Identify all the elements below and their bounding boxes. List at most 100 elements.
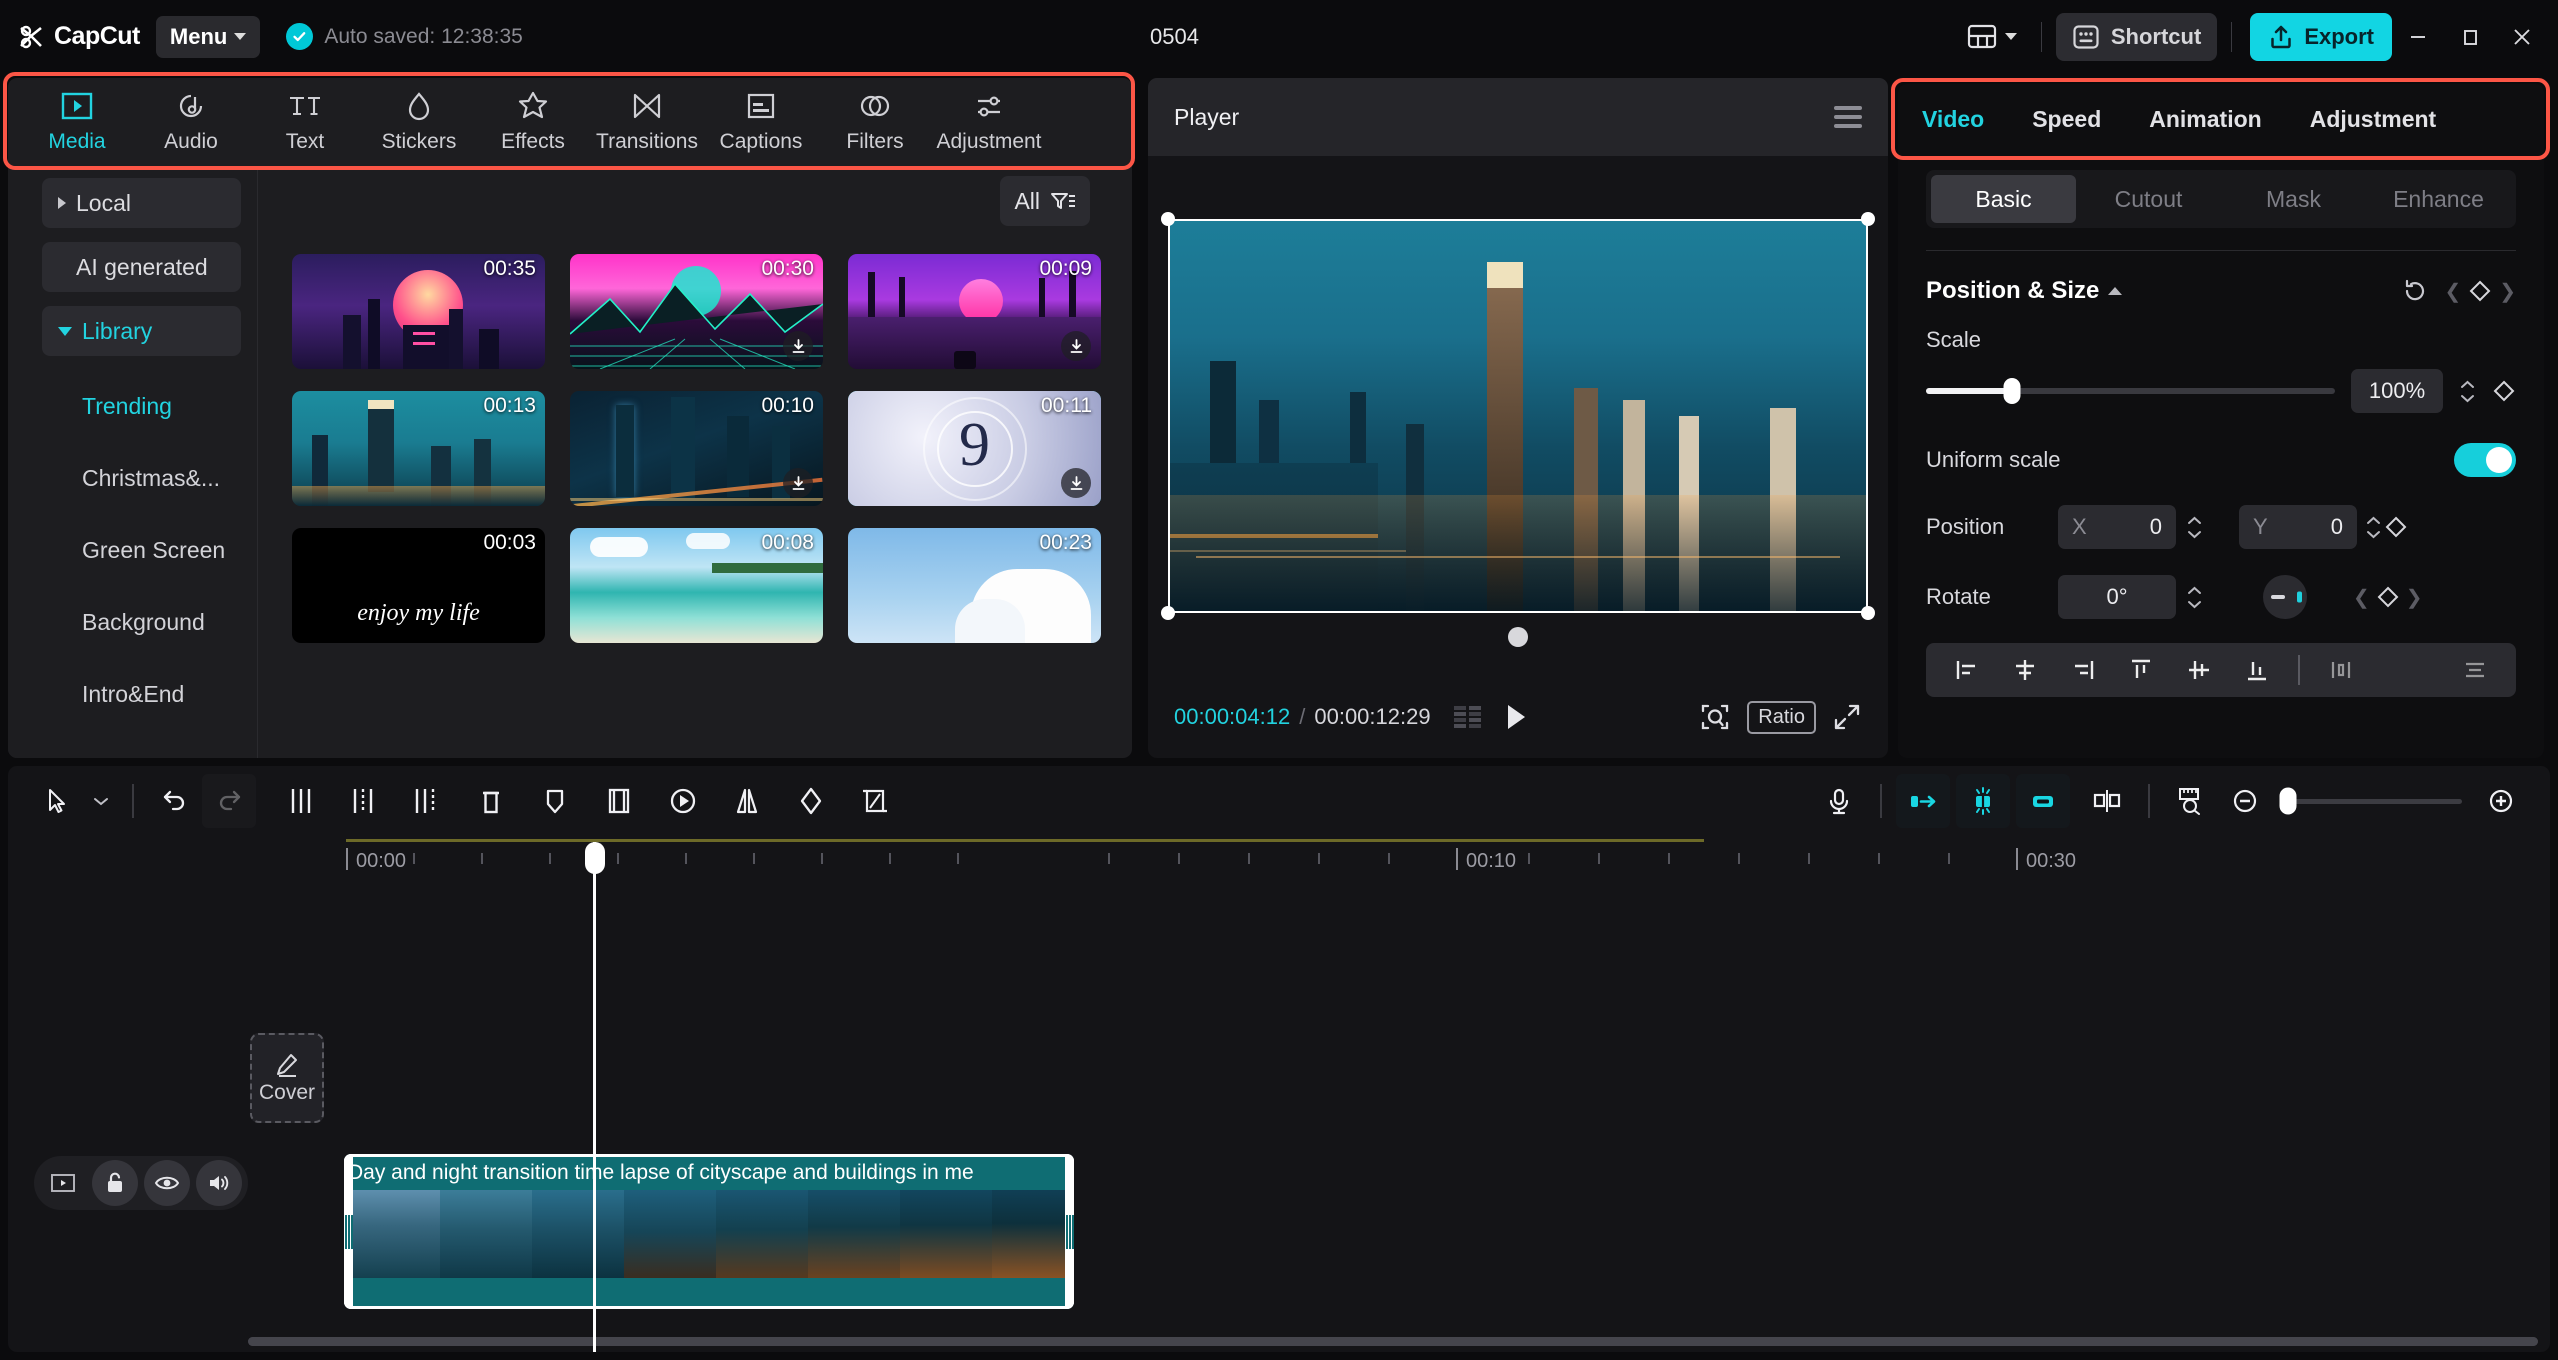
resize-handle-top-left[interactable] bbox=[1161, 212, 1175, 226]
align-right-icon[interactable] bbox=[2054, 643, 2112, 697]
zoom-in-icon[interactable] bbox=[2474, 774, 2528, 828]
lock-icon[interactable] bbox=[92, 1160, 138, 1206]
nav-tab-stickers[interactable]: Stickers bbox=[362, 78, 476, 152]
zoom-slider[interactable] bbox=[2279, 787, 2462, 815]
nav-tab-captions[interactable]: Captions bbox=[704, 78, 818, 152]
slider-knob[interactable] bbox=[2003, 378, 2021, 404]
timeline-scrollbar[interactable] bbox=[248, 1337, 2538, 1346]
close-button[interactable] bbox=[2496, 13, 2548, 61]
chevron-up-icon[interactable] bbox=[2108, 287, 2123, 295]
redo-icon[interactable] bbox=[202, 774, 256, 828]
distribute-vertical-icon[interactable] bbox=[2446, 643, 2504, 697]
crop-frame-icon[interactable] bbox=[592, 774, 646, 828]
scrollbar-thumb[interactable] bbox=[248, 1337, 2538, 1346]
position-x-input[interactable]: X 0 bbox=[2058, 505, 2176, 549]
download-icon[interactable] bbox=[1061, 468, 1091, 498]
scale-keyframe-icon[interactable] bbox=[2492, 379, 2516, 403]
undo-icon[interactable] bbox=[148, 774, 202, 828]
player-canvas[interactable] bbox=[1161, 212, 1875, 647]
rotate-input[interactable]: 0° bbox=[2058, 575, 2176, 619]
microphone-icon[interactable] bbox=[1812, 774, 1866, 828]
align-left-icon[interactable] bbox=[1938, 643, 1996, 697]
minimize-button[interactable] bbox=[2392, 13, 2444, 61]
menu-button[interactable]: Menu bbox=[155, 15, 261, 58]
sidebar-group-local[interactable]: Local bbox=[42, 178, 241, 228]
resize-handle-top-right[interactable] bbox=[1861, 212, 1875, 226]
rotate-dial[interactable] bbox=[2263, 575, 2307, 619]
snap-right-icon[interactable] bbox=[2016, 774, 2070, 828]
ruler-icon[interactable] bbox=[2164, 774, 2218, 828]
speed-icon[interactable] bbox=[656, 774, 710, 828]
prev-keyframe-button[interactable]: ❮ bbox=[2444, 279, 2461, 304]
align-center-vertical-icon[interactable] bbox=[2170, 643, 2228, 697]
zoom-slider-knob[interactable] bbox=[2279, 787, 2297, 815]
rotate-stepper[interactable] bbox=[2186, 586, 2203, 609]
nav-tab-media[interactable]: Media bbox=[20, 78, 134, 152]
rotate-icon[interactable] bbox=[784, 774, 838, 828]
uniform-scale-toggle[interactable] bbox=[2454, 443, 2516, 477]
playhead-handle[interactable] bbox=[584, 842, 605, 874]
position-y-input[interactable]: Y 0 bbox=[2239, 505, 2357, 549]
resize-handle-bottom-right[interactable] bbox=[1861, 606, 1875, 620]
cover-button[interactable]: Cover bbox=[250, 1033, 324, 1123]
align-bottom-icon[interactable] bbox=[2228, 643, 2286, 697]
subtab-basic[interactable]: Basic bbox=[1931, 175, 2076, 223]
zoom-out-icon[interactable] bbox=[2218, 774, 2272, 828]
mirror-split-icon[interactable] bbox=[2080, 774, 2134, 828]
tab-video[interactable]: Video bbox=[1922, 106, 1984, 133]
media-thumbnail[interactable]: 00:10 bbox=[570, 391, 823, 506]
next-keyframe-button[interactable]: ❯ bbox=[2499, 279, 2516, 304]
media-thumbnail[interactable]: 9 00:11 bbox=[848, 391, 1101, 506]
prev-keyframe-button[interactable]: ❮ bbox=[2353, 585, 2370, 610]
sidebar-item-trending[interactable]: Trending bbox=[82, 370, 257, 442]
tab-animation[interactable]: Animation bbox=[2149, 106, 2261, 133]
maximize-button[interactable] bbox=[2444, 13, 2496, 61]
download-icon[interactable] bbox=[783, 331, 813, 361]
position-keyframe-icon[interactable] bbox=[2384, 515, 2408, 539]
crop-icon[interactable] bbox=[848, 774, 902, 828]
playhead[interactable] bbox=[584, 842, 605, 1352]
next-keyframe-button[interactable]: ❯ bbox=[2406, 585, 2423, 610]
scale-stepper[interactable] bbox=[2459, 380, 2476, 403]
volume-icon[interactable] bbox=[196, 1160, 242, 1206]
sidebar-item-green-screen[interactable]: Green Screen bbox=[82, 514, 257, 586]
clip-trim-handle-left[interactable] bbox=[344, 1154, 353, 1309]
split-icon[interactable] bbox=[274, 774, 328, 828]
export-button[interactable]: Export bbox=[2250, 12, 2392, 61]
snap-left-icon[interactable] bbox=[1896, 774, 1950, 828]
rotate-handle[interactable] bbox=[1508, 627, 1528, 647]
subtab-cutout[interactable]: Cutout bbox=[2076, 175, 2221, 223]
layout-switch-button[interactable] bbox=[1957, 15, 2027, 58]
distribute-horizontal-icon[interactable] bbox=[2312, 643, 2370, 697]
rotate-keyframe-icon[interactable] bbox=[2376, 585, 2400, 609]
split-dashed-icon[interactable] bbox=[336, 774, 390, 828]
tool-dropdown-caret[interactable] bbox=[84, 774, 118, 828]
media-thumbnail[interactable]: enjoy my life 00:03 bbox=[292, 528, 545, 643]
media-thumbnail[interactable]: 00:09 bbox=[848, 254, 1101, 369]
snap-center-icon[interactable] bbox=[1956, 774, 2010, 828]
media-thumbnail[interactable]: 00:35 bbox=[292, 254, 545, 369]
select-tool-icon[interactable] bbox=[30, 774, 84, 828]
align-top-icon[interactable] bbox=[2112, 643, 2170, 697]
align-center-horizontal-icon[interactable] bbox=[1996, 643, 2054, 697]
sidebar-item-background[interactable]: Background bbox=[82, 586, 257, 658]
clip-trim-handle-right[interactable] bbox=[1065, 1154, 1074, 1309]
delete-icon[interactable] bbox=[464, 774, 518, 828]
subtab-mask[interactable]: Mask bbox=[2221, 175, 2366, 223]
media-thumbnail[interactable]: 00:13 bbox=[292, 391, 545, 506]
position-y-stepper[interactable] bbox=[2365, 516, 2382, 539]
timeline-clip[interactable]: Day and night transition time lapse of c… bbox=[344, 1154, 1074, 1309]
mirror-icon[interactable] bbox=[720, 774, 774, 828]
scale-value-input[interactable]: 100% bbox=[2351, 369, 2443, 413]
reset-icon[interactable] bbox=[2402, 278, 2428, 304]
nav-tab-adjustment[interactable]: Adjustment bbox=[932, 78, 1046, 152]
grid-icon[interactable] bbox=[1453, 704, 1483, 730]
eye-icon[interactable] bbox=[144, 1160, 190, 1206]
subtab-enhance[interactable]: Enhance bbox=[2366, 175, 2511, 223]
nav-tab-filters[interactable]: Filters bbox=[818, 78, 932, 152]
ratio-button[interactable]: Ratio bbox=[1747, 700, 1816, 734]
shortcut-button[interactable]: Shortcut bbox=[2055, 12, 2218, 61]
nav-tab-audio[interactable]: Audio bbox=[134, 78, 248, 152]
track-preview-icon[interactable] bbox=[40, 1160, 86, 1206]
media-thumbnail[interactable]: 00:30 bbox=[570, 254, 823, 369]
